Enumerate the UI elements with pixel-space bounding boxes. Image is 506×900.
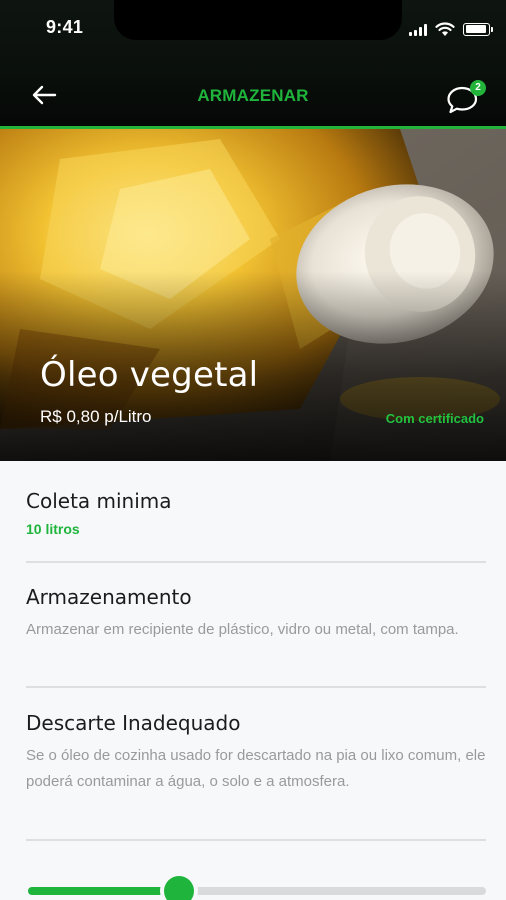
progress-knob[interactable] [164, 876, 195, 900]
divider [26, 686, 486, 688]
section-title: Coleta minima [26, 489, 172, 513]
section-text: Armazenar em recipiente de plástico, vid… [26, 621, 459, 638]
product-name: Óleo vegetal [40, 355, 259, 395]
divider [26, 839, 486, 841]
app-header: 9:41 ARMAZENAR 2 [0, 0, 506, 129]
product-hero-image: Óleo vegetal R$ 0,80 p/Litro Com certifi… [0, 129, 506, 461]
page-title: ARMAZENAR [197, 86, 309, 105]
signal-icon [409, 23, 427, 36]
minimum-collection-value: 10 litros [26, 521, 80, 537]
divider [26, 561, 486, 563]
chat-badge: 2 [470, 80, 486, 96]
status-time: 9:41 [46, 17, 84, 37]
section-title: Descarte Inadequado [26, 711, 241, 735]
progress-fill [28, 887, 170, 895]
section-title: Armazenamento [26, 585, 192, 609]
product-price: R$ 0,80 p/Litro [40, 407, 152, 426]
details-panel: Coleta minima 10 litros Armazenamento Ar… [0, 461, 506, 900]
chat-button[interactable]: 2 [446, 80, 486, 114]
certificate-label: Com certificado [385, 411, 484, 426]
section-coleta-minima: Coleta minima 10 litros [26, 489, 486, 537]
wifi-icon [435, 22, 455, 36]
status-icons [409, 20, 493, 38]
progress-slider[interactable] [28, 876, 486, 900]
section-descarte-inadequado: Descarte Inadequado Se o óleo de cozinha… [26, 711, 486, 795]
device-notch [114, 0, 402, 40]
battery-icon [463, 22, 493, 36]
section-armazenamento: Armazenamento Armazenar em recipiente de… [26, 585, 486, 643]
section-text: Se o óleo de cozinha usado for descartad… [26, 747, 486, 790]
